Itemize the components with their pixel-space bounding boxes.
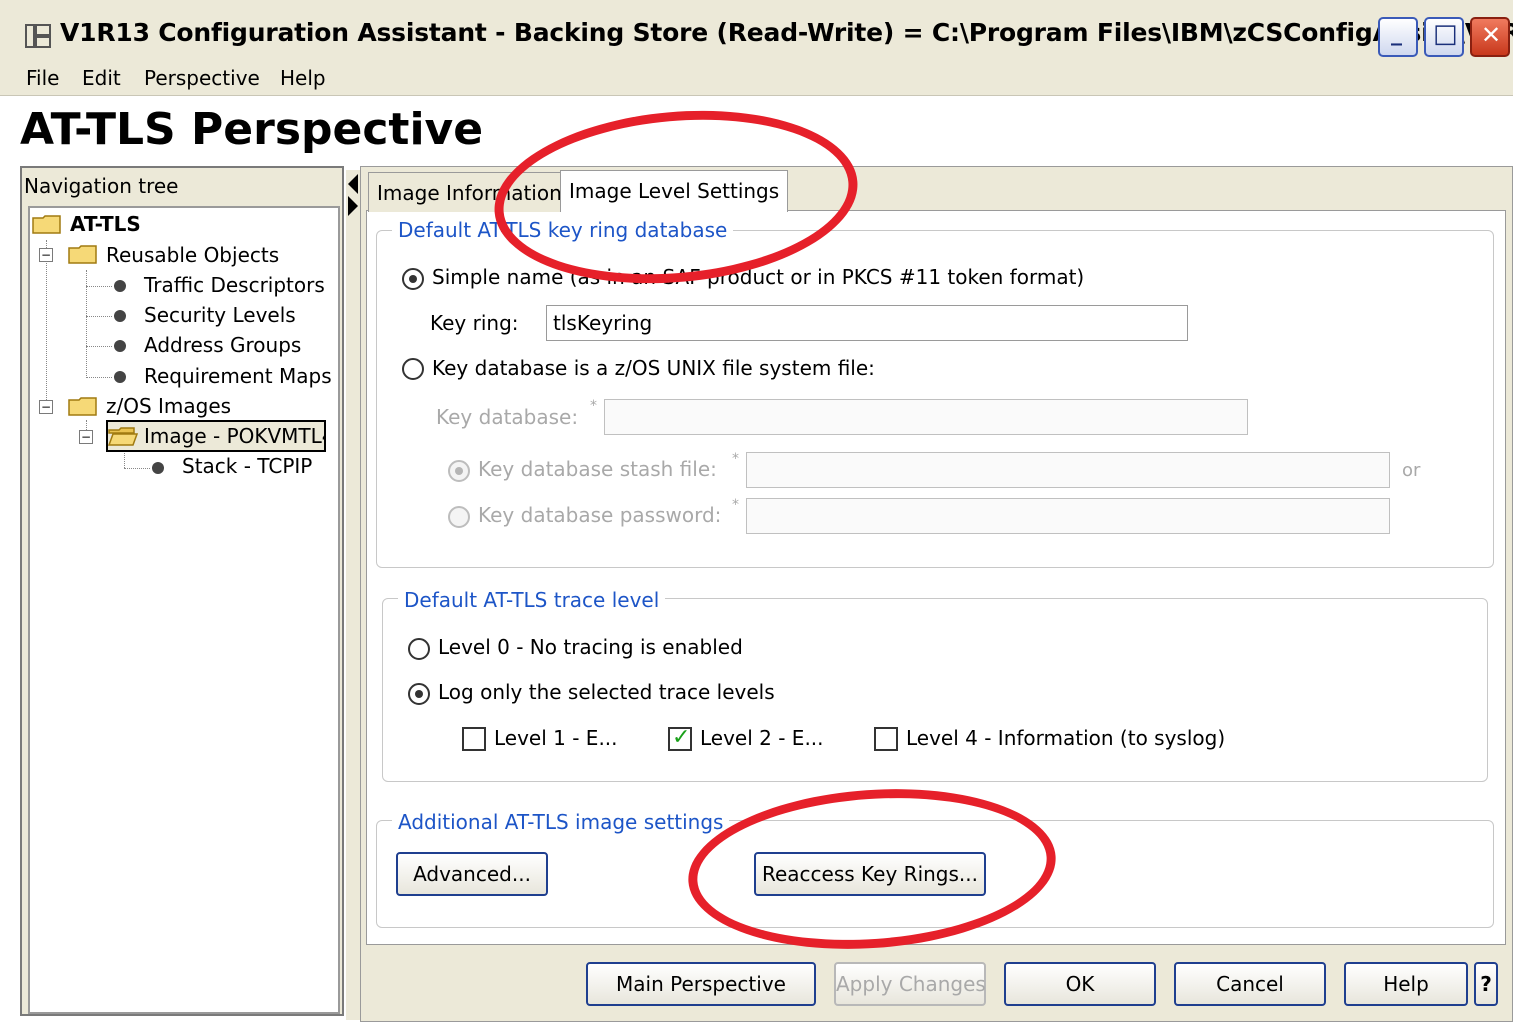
menu-perspective[interactable]: Perspective [144,66,260,90]
required-mark: * [732,451,739,467]
minimize-icon: _ [1391,21,1402,46]
close-button[interactable]: ✕ [1470,17,1510,57]
simple-name-radio[interactable] [402,268,424,290]
collapse-icon[interactable]: − [39,248,53,262]
navigation-tree-header: Navigation tree [24,174,179,198]
keyring-group-title: Default AT-TLS key ring database [392,218,734,242]
key-ring-label: Key ring: [430,311,519,335]
tab-image-level-settings[interactable]: Image Level Settings [560,170,789,212]
key-database-input[interactable] [604,399,1248,435]
apply-changes-button[interactable]: Apply Changes [834,962,986,1006]
tree-item-address-groups[interactable]: Address Groups [144,333,301,357]
required-mark: * [732,497,739,513]
tree-line [46,240,47,408]
level2-checkbox[interactable]: ✓ [668,725,692,751]
tree-line [86,377,112,378]
item-bullet-icon [152,462,164,474]
item-bullet-icon [114,310,126,322]
tree-item-stack-tcpip[interactable]: Stack - TCPIP [182,454,312,478]
splitter[interactable] [346,170,360,1020]
menu-help[interactable]: Help [280,66,326,90]
log-selected-radio[interactable] [408,683,430,705]
tree-item-requirement-maps[interactable]: Requirement Maps [144,364,332,388]
item-bullet-icon [114,371,126,383]
tree-line [124,450,125,468]
main-perspective-button[interactable]: Main Perspective [586,962,816,1006]
key-database-radio[interactable] [402,358,424,380]
key-database-option-label: Key database is a z/OS UNIX file system … [432,356,875,380]
stash-file-input[interactable] [746,452,1390,488]
stash-file-radio[interactable] [448,460,470,482]
menu-edit[interactable]: Edit [82,66,121,90]
password-label: Key database password: [478,503,722,527]
tree-line [86,286,112,287]
collapse-icon[interactable]: − [39,400,53,414]
help-button[interactable]: Help [1344,962,1468,1006]
or-label: or [1402,460,1421,481]
navigation-tree [28,206,340,1014]
password-input[interactable] [746,498,1390,534]
folder-icon [32,214,62,234]
perspective-title: AT-TLS Perspective [20,104,484,155]
folder-icon [68,396,98,416]
level4-checkbox[interactable] [874,727,898,751]
simple-name-label: Simple name (as in an SAF product or in … [432,265,1085,289]
item-bullet-icon [114,340,126,352]
check-icon: ✓ [672,725,691,750]
cancel-button[interactable]: Cancel [1174,962,1326,1006]
folder-icon [68,244,98,264]
close-icon: ✕ [1481,21,1502,49]
item-bullet-icon [114,280,126,292]
advanced-button[interactable]: Advanced... [396,852,548,896]
maximize-icon: □ [1433,19,1458,49]
maximize-button[interactable]: □ [1424,17,1464,57]
tree-item-traffic-descriptors[interactable]: Traffic Descriptors [144,273,325,297]
tab-image-information[interactable]: Image Information [368,172,571,212]
key-ring-input[interactable]: tlsKeyring [546,305,1188,341]
window-title: V1R13 Configuration Assistant - Backing … [60,18,1513,47]
tree-item-reusable-objects[interactable]: Reusable Objects [106,243,279,267]
app-icon [24,22,52,50]
level2-label: Level 2 - E... [700,726,824,750]
splitter-arrows-icon [348,174,358,216]
log-selected-label: Log only the selected trace levels [438,680,775,704]
level1-label: Level 1 - E... [494,726,618,750]
tree-item-zos-images[interactable]: z/OS Images [106,394,231,418]
level0-radio[interactable] [408,638,430,660]
context-help-button[interactable]: ? [1474,962,1498,1006]
reaccess-key-rings-button[interactable]: Reaccess Key Rings... [754,852,986,896]
tree-line [86,316,112,317]
tree-line [86,346,112,347]
tree-item-security-levels[interactable]: Security Levels [144,303,296,327]
level1-checkbox[interactable] [462,727,486,751]
key-database-label: Key database: [436,405,579,429]
collapse-icon[interactable]: − [79,430,93,444]
trace-group-title: Default AT-TLS trace level [398,588,666,612]
minimize-button[interactable]: _ [1378,17,1418,57]
additional-group-title: Additional AT-TLS image settings [392,810,730,834]
level4-label: Level 4 - Information (to syslog) [906,726,1226,750]
tree-line [124,468,150,469]
menu-file[interactable]: File [26,66,59,90]
ok-button[interactable]: OK [1004,962,1156,1006]
folder-open-icon [107,426,139,446]
level0-label: Level 0 - No tracing is enabled [438,635,743,659]
tree-item-image-pokvmtl4[interactable]: Image - POKVMTL4 [144,424,324,448]
password-radio[interactable] [448,506,470,528]
tree-item-at-tls[interactable]: AT-TLS [70,212,141,236]
stash-file-label: Key database stash file: [478,457,717,481]
required-mark: * [590,398,597,414]
